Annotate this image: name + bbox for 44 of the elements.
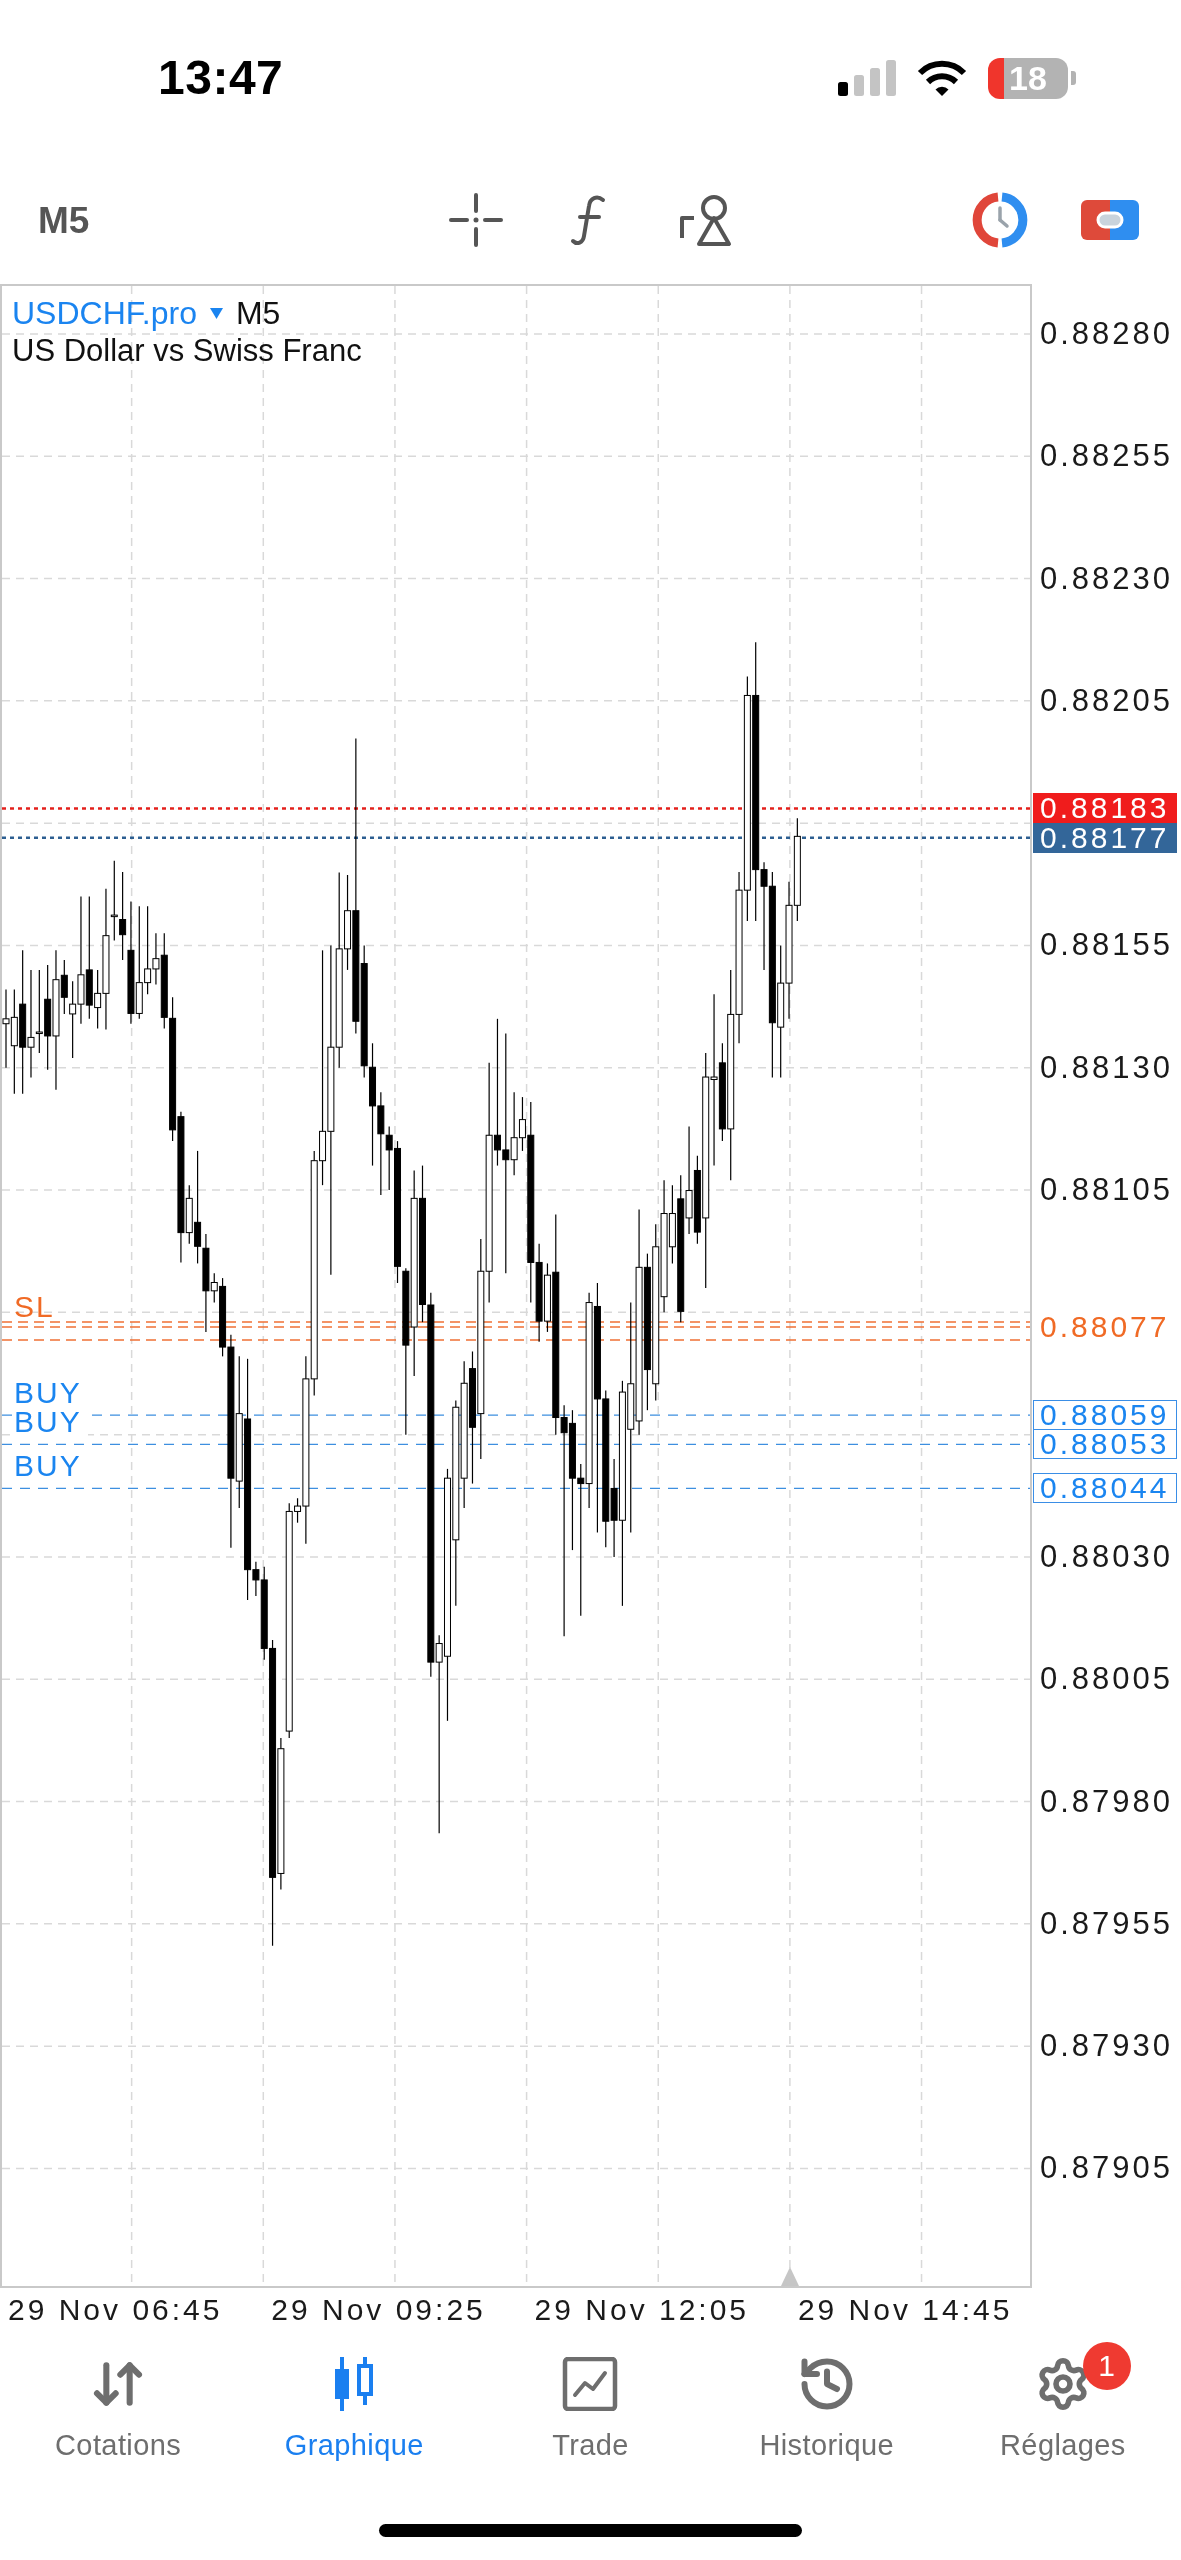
timeframe-label: M5	[235, 294, 281, 332]
battery-indicator: 18	[988, 57, 1076, 99]
shapes-icon[interactable]	[677, 192, 734, 248]
price-axis-label: 0.87905	[1040, 2152, 1174, 2185]
tab[interactable]: Historique	[708, 2336, 945, 2462]
tab[interactable]: Trade	[472, 2336, 709, 2462]
price-axis-label: 0.88155	[1040, 929, 1174, 962]
buy-order-price-tag: 0.88053	[1033, 1429, 1177, 1460]
signal-icon	[838, 60, 896, 96]
price-axis-label: 0.88280	[1040, 317, 1174, 350]
crosshair-icon[interactable]	[447, 192, 504, 248]
tab[interactable]: 1 Réglages	[944, 2336, 1181, 2462]
status-time: 13:47	[158, 54, 284, 102]
timeframe-button[interactable]: M5	[38, 201, 90, 239]
stop-loss-label: SL	[13, 1293, 56, 1321]
clock-ring-icon[interactable]	[972, 192, 1028, 248]
symbol-description: US Dollar vs Swiss Franc	[12, 332, 362, 370]
price-axis-label: 0.88205	[1040, 684, 1174, 717]
price-axis-label: 0.87930	[1040, 2030, 1174, 2063]
tab[interactable]: Cotations	[0, 2336, 237, 2462]
line-chart-icon	[562, 2357, 619, 2411]
wifi-icon	[916, 59, 968, 97]
buy-order-price-tag: 0.88044	[1033, 1473, 1177, 1504]
time-axis-label: 29 Nov 14:45	[797, 2295, 1013, 2325]
price-axis-label: 0.88255	[1040, 440, 1174, 473]
price-axis-label: 0.87980	[1040, 1785, 1174, 1818]
price-axis-label: 0.88230	[1040, 562, 1174, 595]
price-axis-label: 0.87955	[1040, 1907, 1174, 1940]
price-axis-label: 0.88105	[1040, 1174, 1174, 1207]
time-axis-label: 29 Nov 06:45	[8, 2295, 223, 2325]
price-axis-label: 0.88005	[1040, 1663, 1174, 1696]
bid-price-tag: 0.88177	[1033, 822, 1177, 853]
time-axis-label: 29 Nov 12:05	[534, 2295, 750, 2325]
notification-badge: 1	[1082, 2342, 1131, 2390]
price-axis-label: 0.88030	[1040, 1540, 1174, 1573]
time-axis-label: 29 Nov 09:25	[271, 2295, 486, 2325]
ask-price-tag: 0.88183	[1033, 793, 1177, 824]
price-axis-label: 0.88130	[1040, 1051, 1174, 1084]
candlestick-icon	[333, 2357, 376, 2411]
toggle-icon[interactable]	[1081, 200, 1139, 240]
tab[interactable]: Graphique	[236, 2336, 473, 2462]
caret-icon[interactable]	[209, 307, 223, 319]
symbol-link[interactable]: USDCHF.pro	[12, 294, 197, 332]
buy-order-price-tag: 0.88059	[1033, 1400, 1177, 1431]
